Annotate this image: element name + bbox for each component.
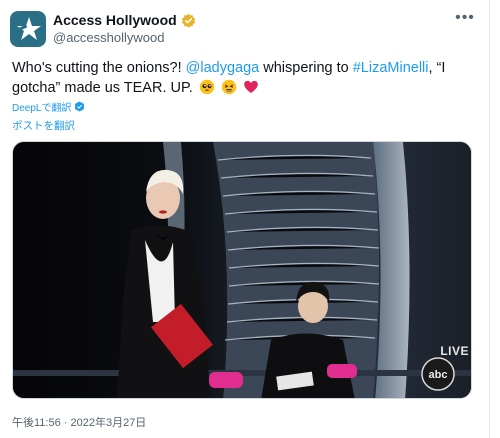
display-name[interactable]: Access Hollywood [53, 12, 177, 28]
pleading-face-icon [199, 79, 215, 95]
live-label: LIVE [440, 344, 469, 358]
avatar[interactable] [10, 11, 46, 47]
translate-post-link[interactable]: ポストを翻訳 [12, 118, 75, 133]
deepl-badge-icon [75, 101, 85, 112]
persevering-face-icon [221, 79, 237, 95]
red-heart-icon [244, 80, 258, 93]
star-logo-icon [15, 17, 41, 40]
hashtag-link[interactable]: #LizaMinelli [353, 60, 429, 76]
mention-link[interactable]: @ladygaga [186, 60, 260, 76]
deepl-translate-link[interactable]: DeepLで翻訳 [12, 99, 85, 114]
svg-text:abc: abc [429, 369, 448, 381]
tweet-text-part1: Who's cutting the onions?! [12, 60, 186, 76]
deepl-label: DeepLで翻訳 [12, 103, 72, 114]
tweet-text: Who's cutting the onions?! @ladygaga whi… [12, 58, 472, 98]
verified-badge-icon [181, 13, 195, 28]
abc-logo-icon: abc [421, 357, 455, 391]
tweet-card: Access Hollywood @accesshollywood ••• Wh… [0, 0, 490, 438]
tweet-text-part2: whispering to [259, 60, 353, 76]
video-media[interactable]: abc [12, 141, 472, 399]
handle[interactable]: @accesshollywood [53, 30, 164, 45]
more-options-icon[interactable]: ••• [455, 10, 475, 26]
video-frame: abc [13, 142, 471, 398]
timestamp[interactable]: 午後11:56 · 2022年3月27日 [12, 414, 146, 430]
name-row: Access Hollywood [53, 12, 196, 28]
